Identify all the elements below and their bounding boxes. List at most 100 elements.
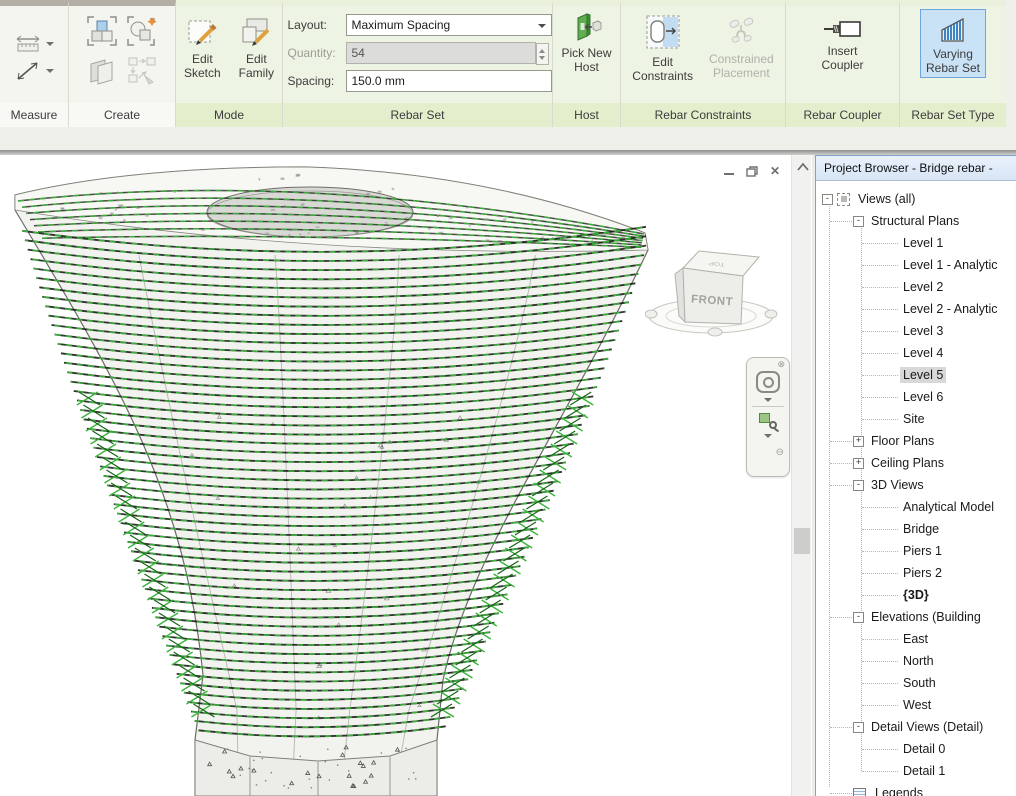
navbar-zoom-dropdown-arrow[interactable] bbox=[764, 434, 772, 438]
insert-coupler-label: Insert bbox=[827, 44, 857, 58]
viewport-vertical-scrollbar[interactable] bbox=[791, 155, 811, 796]
edit-sketch-button[interactable]: Edit Sketch bbox=[178, 10, 227, 83]
layout-dropdown-arrow[interactable] bbox=[538, 24, 546, 28]
tree-item-piers-1[interactable]: Piers 1 bbox=[816, 540, 1016, 562]
tree-item-legends[interactable]: Legends bbox=[816, 782, 1016, 796]
view-close-button[interactable]: ✕ bbox=[768, 165, 782, 177]
tree-item-elevations-building[interactable]: -Elevations (Building bbox=[816, 606, 1016, 628]
tree-item-level-3[interactable]: Level 3 bbox=[816, 320, 1016, 342]
view-minimize-button[interactable] bbox=[722, 165, 736, 177]
tree-expander[interactable]: + bbox=[853, 458, 864, 469]
tree-item-level-5[interactable]: Level 5 bbox=[816, 364, 1016, 386]
tree-item-3d[interactable]: {3D} bbox=[816, 584, 1016, 606]
navbar-wheel-dropdown-arrow[interactable] bbox=[764, 398, 772, 402]
panel-rebar-set-type: Varying Rebar Set Rebar Set Type bbox=[900, 0, 1006, 127]
create-assembly-icon[interactable] bbox=[85, 14, 119, 48]
tree-item-3d-views[interactable]: -3D Views bbox=[816, 474, 1016, 496]
panel-label-measure: Measure bbox=[0, 103, 68, 127]
quantity-field[interactable]: 54 bbox=[346, 42, 536, 64]
tree-item-level-4[interactable]: Level 4 bbox=[816, 342, 1016, 364]
measure-diagonal-dropdown-arrow[interactable] bbox=[46, 69, 54, 73]
steering-wheel-icon[interactable] bbox=[756, 371, 780, 393]
spacing-field[interactable]: 150.0 mm bbox=[346, 70, 552, 92]
tree-item-label: Piers 1 bbox=[900, 543, 945, 559]
layout-label: Layout: bbox=[288, 18, 344, 32]
varying-bars-icon bbox=[937, 14, 969, 44]
tree-item-level-6[interactable]: Level 6 bbox=[816, 386, 1016, 408]
viewcube[interactable]: TOP FRONT bbox=[645, 240, 785, 340]
view-restore-button[interactable] bbox=[745, 165, 759, 177]
tree-item-label: Piers 2 bbox=[900, 565, 945, 581]
navbar-close-icon[interactable]: ⊗ bbox=[777, 360, 785, 369]
navbar-minimize-icon[interactable]: ⊖ bbox=[776, 448, 784, 458]
tree-item-ceiling-plans[interactable]: +Ceiling Plans bbox=[816, 452, 1016, 474]
tree-expander[interactable]: - bbox=[853, 722, 864, 733]
legends-icon bbox=[853, 788, 866, 796]
tree-expander[interactable]: - bbox=[853, 216, 864, 227]
tree-item-label: Detail Views (Detail) bbox=[868, 719, 986, 735]
tree-item-level-2-analytic[interactable]: Level 2 - Analytic bbox=[816, 298, 1016, 320]
measure-ruler-icon bbox=[15, 35, 41, 53]
viewcube-ring-tick[interactable] bbox=[765, 310, 777, 318]
tree-item-views-all[interactable]: -Views (all) bbox=[816, 188, 1016, 210]
tree-expander[interactable]: + bbox=[853, 436, 864, 447]
tree-item-south[interactable]: South bbox=[816, 672, 1016, 694]
edit-constraints-button[interactable]: Edit Constraints bbox=[626, 10, 699, 86]
constrained-placement-icon bbox=[724, 15, 758, 49]
edit-family-button[interactable]: Edit Family bbox=[233, 10, 280, 83]
tree-item-label: Level 2 bbox=[900, 279, 946, 295]
scrollbar-thumb[interactable] bbox=[794, 528, 810, 554]
tree-item-label: Level 5 bbox=[900, 367, 946, 383]
measure-diagonal-icon bbox=[15, 60, 41, 82]
coupler-icon bbox=[823, 17, 863, 41]
varying-rebar-set-button[interactable]: Varying Rebar Set bbox=[920, 9, 986, 78]
tree-item-floor-plans[interactable]: +Floor Plans bbox=[816, 430, 1016, 452]
scrollbar-up-arrow[interactable] bbox=[795, 161, 811, 173]
panel-label-rebar-set: Rebar Set bbox=[283, 103, 552, 127]
pick-new-host-button[interactable]: Pick New Host bbox=[555, 6, 617, 77]
insert-coupler-button[interactable]: Insert Coupler bbox=[815, 12, 869, 75]
tree-item-label: East bbox=[900, 631, 931, 647]
tree-item-level-1-analytic[interactable]: Level 1 - Analytic bbox=[816, 254, 1016, 276]
project-browser-title[interactable]: Project Browser - Bridge rebar - bbox=[816, 155, 1016, 181]
tree-item-structural-plans[interactable]: -Structural Plans bbox=[816, 210, 1016, 232]
project-browser-tree: -Views (all)-Structural PlansLevel 1Leve… bbox=[816, 182, 1016, 796]
quantity-spinner[interactable] bbox=[536, 43, 549, 65]
create-group-icon[interactable] bbox=[125, 14, 159, 48]
measure-diagonal-button[interactable] bbox=[15, 60, 54, 82]
tree-connector bbox=[862, 375, 898, 376]
tree-item-detail-1[interactable]: Detail 1 bbox=[816, 760, 1016, 782]
green-host-panel-icon bbox=[569, 11, 603, 43]
tree-item-detail-views-detail[interactable]: -Detail Views (Detail) bbox=[816, 716, 1016, 738]
tree-expander[interactable]: - bbox=[853, 612, 864, 623]
viewcube-ring-tick[interactable] bbox=[708, 328, 722, 336]
layout-dropdown[interactable]: Maximum Spacing bbox=[346, 14, 552, 36]
edit-constraints-label: Edit bbox=[652, 55, 673, 69]
tree-item-east[interactable]: East bbox=[816, 628, 1016, 650]
tree-item-label: Bridge bbox=[900, 521, 942, 537]
measure-dropdown-arrow[interactable] bbox=[46, 42, 54, 46]
3d-viewport[interactable]: TOP FRONT ⊗ ⊖ ✕ bbox=[0, 155, 812, 796]
tree-item-bridge[interactable]: Bridge bbox=[816, 518, 1016, 540]
create-parts-icon[interactable] bbox=[85, 54, 119, 88]
panel-label-rebar-set-type: Rebar Set Type bbox=[900, 103, 1006, 127]
tree-item-detail-0[interactable]: Detail 0 bbox=[816, 738, 1016, 760]
tree-item-site[interactable]: Site bbox=[816, 408, 1016, 430]
tree-item-level-2[interactable]: Level 2 bbox=[816, 276, 1016, 298]
tree-connector bbox=[862, 551, 898, 552]
constrained-placement-button[interactable]: Constrained Placement bbox=[703, 10, 780, 83]
measure-tool-button[interactable] bbox=[15, 35, 54, 53]
tree-item-piers-2[interactable]: Piers 2 bbox=[816, 562, 1016, 584]
zoom-region-icon[interactable] bbox=[759, 413, 777, 429]
create-similar-icon[interactable] bbox=[125, 54, 159, 88]
tree-connector bbox=[862, 309, 898, 310]
tree-expander[interactable]: - bbox=[822, 194, 833, 205]
viewcube-ring-tick[interactable] bbox=[645, 310, 657, 318]
tree-item-north[interactable]: North bbox=[816, 650, 1016, 672]
tree-item-west[interactable]: West bbox=[816, 694, 1016, 716]
tree-item-level-1[interactable]: Level 1 bbox=[816, 232, 1016, 254]
tree-expander[interactable]: - bbox=[853, 480, 864, 491]
layout-value: Maximum Spacing bbox=[352, 18, 451, 32]
tree-item-label: South bbox=[900, 675, 939, 691]
tree-item-analytical-model[interactable]: Analytical Model bbox=[816, 496, 1016, 518]
